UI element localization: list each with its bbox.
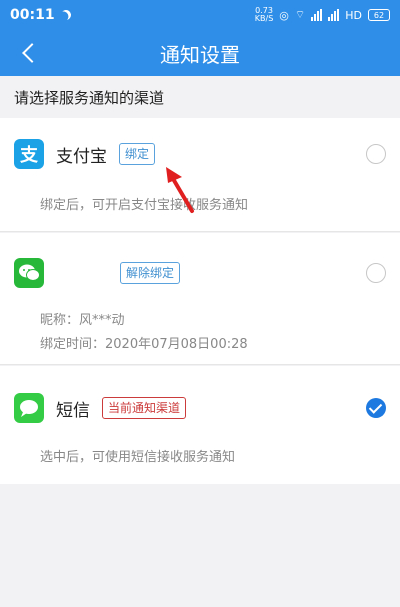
red-arrow-annotation (166, 167, 194, 213)
alarm-icon: ◎ (279, 8, 289, 22)
page-title: 通知设置 (160, 42, 240, 67)
radio-alipay[interactable] (366, 144, 386, 164)
network-speed: 0.73 KB/S (254, 6, 274, 23)
signal-icon-2 (328, 9, 340, 21)
chat-bubble-icon (20, 400, 38, 417)
signal-icon (311, 9, 323, 21)
current-channel-badge: 当前通知渠道 (102, 397, 187, 419)
radio-sms[interactable] (366, 398, 386, 418)
divider (0, 364, 400, 365)
hd-icon: HD (345, 8, 362, 22)
channel-card-sms[interactable]: 短信 当前通知渠道 选中后，可使用短信接收服务通知 (0, 366, 400, 484)
channel-desc-alipay: 绑定后，可开启支付宝接收服务通知 (40, 198, 249, 213)
status-time: 00:11 (10, 7, 55, 23)
unbind-button[interactable]: 解除绑定 (120, 262, 181, 284)
status-bar: 00:11 0.73 KB/S ◎ ⌔ HD 62 (0, 0, 400, 30)
channel-name-sms: 短信 (56, 400, 90, 421)
wechat-nickname: 昵称：风***动 (40, 313, 125, 328)
wechat-bubbles-icon (19, 264, 40, 281)
battery-icon: 62 (368, 9, 390, 21)
channel-card-wechat[interactable]: 解除绑定 昵称：风***动 绑定时间：2020年07月08日00:28 (0, 233, 400, 365)
wifi-icon: ⌔ (294, 8, 306, 21)
channel-desc-sms: 选中后，可使用短信接收服务通知 (40, 450, 236, 465)
alipay-icon: 支 (14, 139, 44, 169)
divider (0, 231, 400, 232)
radio-wechat[interactable] (366, 263, 386, 283)
channel-name-alipay: 支付宝 (56, 146, 107, 167)
bind-button[interactable]: 绑定 (119, 143, 156, 165)
app-header: 通知设置 (0, 30, 400, 76)
wechat-bind-time: 绑定时间：2020年07月08日00:28 (40, 337, 248, 352)
wechat-icon (14, 258, 44, 288)
section-title: 请选择服务通知的渠道 (14, 88, 165, 107)
sms-icon (14, 393, 44, 423)
moon-icon (59, 8, 73, 22)
